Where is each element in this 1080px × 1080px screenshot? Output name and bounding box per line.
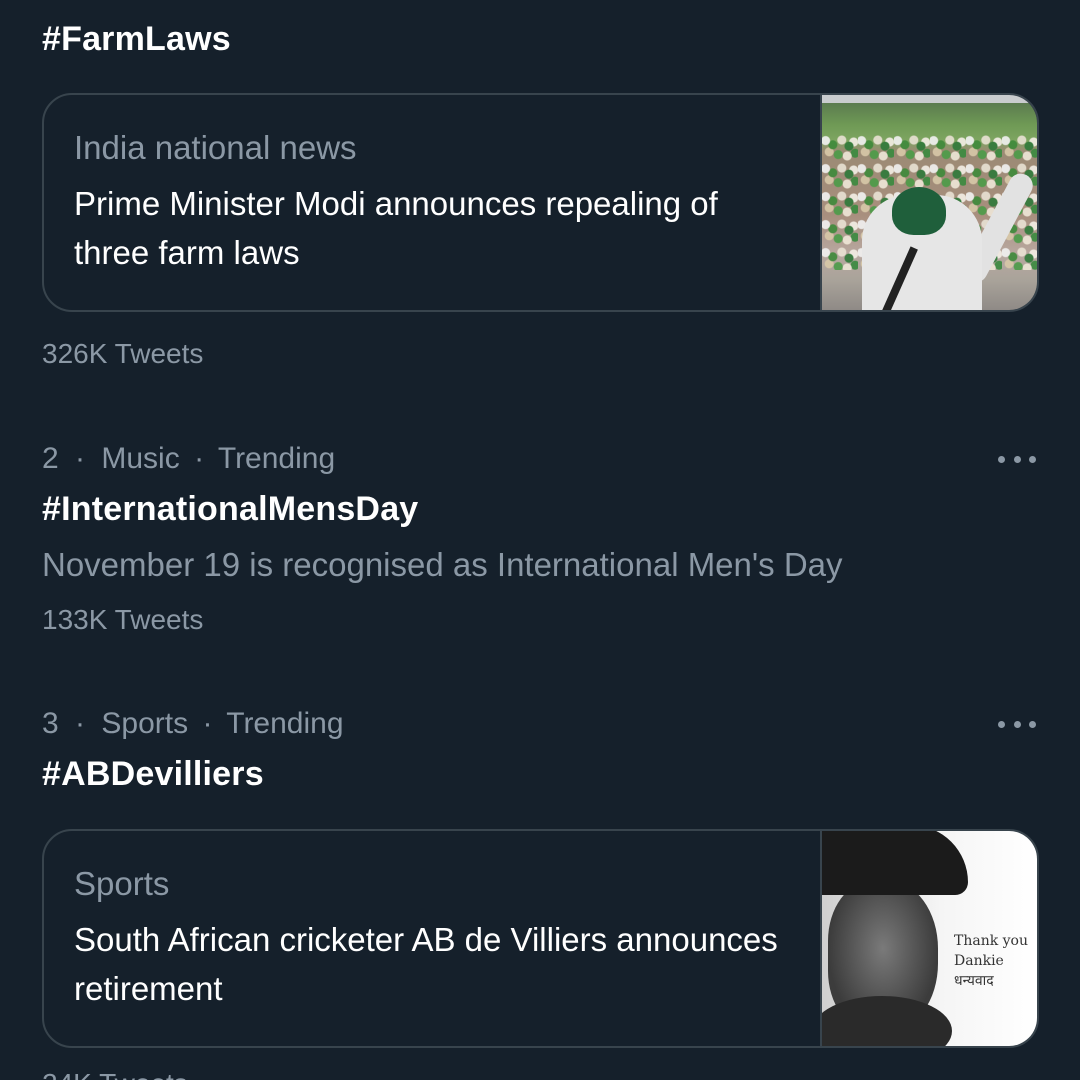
- meta-separator: ·: [194, 442, 205, 475]
- dot: [1013, 455, 1021, 463]
- trend-2-hashtag[interactable]: #InternationalMensDay: [42, 490, 418, 529]
- trend-1-news-card[interactable]: India national news Prime Minister Modi …: [42, 93, 1039, 312]
- more-horizontal-icon[interactable]: [998, 449, 1036, 469]
- trend-1-card-text: India national news Prime Minister Modi …: [44, 95, 820, 310]
- trend-1-card-image: [820, 95, 1037, 310]
- dot: [998, 720, 1005, 728]
- trend-3-tweet-count: 24K Tweets: [42, 1068, 188, 1080]
- turban-shape: [892, 187, 946, 235]
- dot: [1029, 720, 1036, 728]
- dot: [998, 455, 1005, 463]
- trend-1-tweet-count: 326K Tweets: [42, 338, 204, 369]
- shoulder-shape: [822, 996, 952, 1046]
- trend-3-category: Sports: [101, 707, 189, 740]
- trend-2-category: Music: [101, 442, 180, 475]
- cap-shape: [822, 831, 968, 895]
- more-horizontal-icon[interactable]: [998, 714, 1036, 734]
- dot: [1013, 720, 1021, 728]
- trend-2-rank: 2: [42, 442, 59, 475]
- trend-2-status: Trending: [217, 442, 336, 475]
- trend-2-description: November 19 is recognised as Internation…: [42, 546, 843, 583]
- trend-3-meta: 3 · Sports · Trending: [42, 707, 344, 741]
- meta-separator: ·: [202, 707, 213, 740]
- trend-3-news-card[interactable]: Sports South African cricketer AB de Vil…: [42, 829, 1039, 1048]
- dot: [1029, 455, 1036, 463]
- trend-1-hashtag[interactable]: #FarmLaws: [42, 20, 231, 59]
- caption-line: Dankie: [954, 953, 1004, 969]
- trend-1-meta-cutoff: ·: [42, 0, 52, 12]
- trend-3-card-category: Sports: [74, 865, 170, 902]
- image-caption: Thank you Dankie धन्यवाद: [954, 931, 1037, 991]
- caption-line: Thank you: [954, 933, 1029, 949]
- meta-separator: ·: [75, 707, 86, 740]
- explore-trends-feed: · #FarmLaws India national news Prime Mi…: [0, 0, 1080, 1080]
- trend-1-card-category: India national news: [74, 129, 357, 166]
- trend-3-rank: 3: [42, 707, 59, 740]
- trend-3-hashtag[interactable]: #ABDevilliers: [42, 755, 264, 794]
- trend-3-status: Trending: [226, 707, 344, 740]
- trend-2-meta: 2 · Music · Trending: [42, 442, 335, 476]
- trend-3-card-image: Thank you Dankie धन्यवाद: [820, 831, 1037, 1046]
- trend-1-card-headline: Prime Minister Modi announces repealing …: [74, 185, 718, 271]
- trend-3-card-headline: South African cricketer AB de Villiers a…: [74, 921, 778, 1007]
- trend-3-card-text: Sports South African cricketer AB de Vil…: [44, 831, 820, 1046]
- caption-line: धन्यवाद: [954, 973, 994, 989]
- trend-2-tweet-count: 133K Tweets: [42, 604, 204, 635]
- meta-separator: ·: [75, 442, 86, 475]
